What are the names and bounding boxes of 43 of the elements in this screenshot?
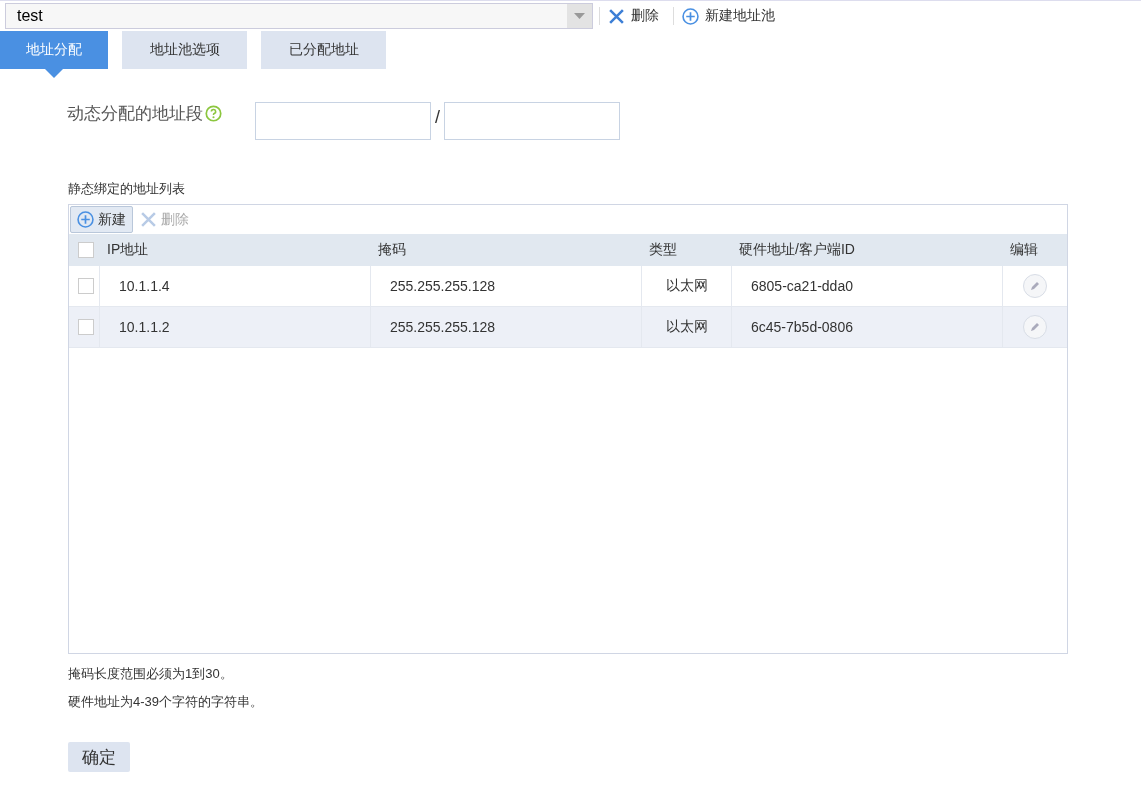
column-header: 类型 [648,241,678,259]
separator-text: / [435,106,440,129]
pool-select[interactable]: test [5,3,593,29]
close-icon [608,7,625,25]
tab-pointer-icon [45,69,63,78]
table-row[interactable]: 10.1.1.2 255.255.255.128 以太网 6c45-7b5d-0806 [69,307,1067,348]
start-address-field[interactable] [255,102,431,140]
table-row[interactable]: 10.1.1.4 255.255.255.128 以太网 6805-ca21-dda0 [69,266,1067,307]
edit-button[interactable] [1023,274,1047,298]
hint-text: 掩码长度范围必须为1到30。 [68,666,234,682]
select-all-checkbox[interactable] [78,242,94,258]
hint-text: 硬件地址为4-39个字符的字符串。 [68,694,265,710]
column-header: IP地址 [106,241,150,259]
new-button[interactable]: 新建 [70,206,133,233]
pencil-icon [1029,321,1041,333]
tab[interactable]: 地址池选项 [122,31,247,69]
help-icon [205,105,222,122]
table-cell: 255.255.255.128 [370,307,641,347]
table-cell: 6c45-7b5d-0806 [731,307,1002,347]
close-icon [140,211,157,228]
delete-button[interactable]: 删除 [599,7,667,25]
plus-circle-icon [682,7,699,25]
row-checkbox[interactable] [78,319,94,335]
table-cell: 以太网 [641,307,731,347]
table-cell: 10.1.1.2 [99,307,370,347]
caret-icon [574,13,585,19]
end-address-field[interactable] [444,102,620,140]
table-cell: 6805-ca21-dda0 [731,266,1002,306]
edit-button[interactable] [1023,315,1047,339]
table-cell: 10.1.1.4 [99,266,370,306]
confirm-button[interactable]: 确定 [68,742,130,772]
row-checkbox[interactable] [78,278,94,294]
plus-circle-icon [77,211,94,228]
column-header: 掩码 [377,241,407,259]
column-header: 编辑 [1009,241,1039,259]
new-pool-button[interactable]: 新建地址池 [673,7,783,25]
range-label: 动态分配的地址段 [67,103,203,125]
table-cell: 255.255.255.128 [370,266,641,306]
section-title: 静态绑定的地址列表 [68,180,186,198]
pencil-icon [1029,280,1041,292]
tab[interactable]: 已分配地址 [261,31,386,69]
table-cell: 以太网 [641,266,731,306]
column-header: 硬件地址/客户端ID [738,241,856,259]
